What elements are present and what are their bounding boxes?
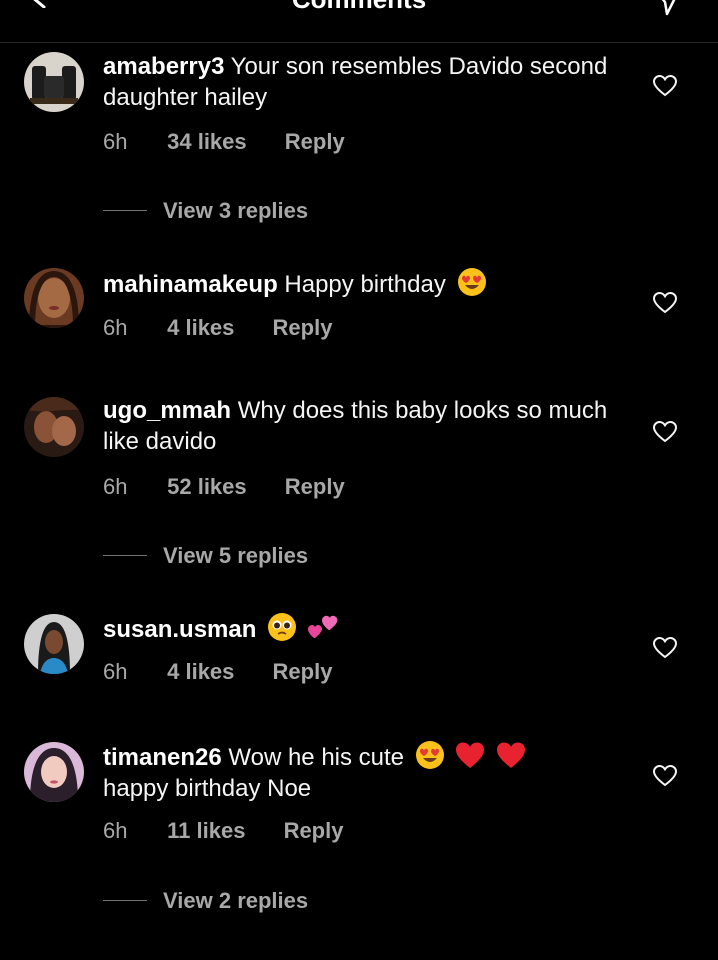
avatar[interactable] xyxy=(24,397,84,457)
view-replies-button[interactable]: View 2 replies xyxy=(103,888,308,914)
comment-meta: 6h 4 likes Reply xyxy=(103,315,332,341)
comment-text: timanen26 Wow he his cute happy birthday… xyxy=(103,740,643,804)
comment-meta: 6h 52 likes Reply xyxy=(103,474,345,500)
comment-time: 6h xyxy=(103,659,128,684)
likes-count[interactable]: 34 likes xyxy=(167,129,247,155)
heart-icon[interactable] xyxy=(653,765,677,787)
comment-meta: 6h 11 likes Reply xyxy=(103,818,343,844)
likes-count[interactable]: 4 likes xyxy=(167,315,234,341)
view-replies-label: View 5 replies xyxy=(163,543,309,568)
comment-meta: 6h 34 likes Reply xyxy=(103,129,345,155)
likes-count[interactable]: 4 likes xyxy=(167,659,234,685)
heart-icon[interactable] xyxy=(653,421,677,443)
heart-eyes-emoji xyxy=(415,741,444,769)
comment-username[interactable]: mahinamakeup xyxy=(103,271,278,298)
heart-icon[interactable] xyxy=(653,75,677,97)
reply-button[interactable]: Reply xyxy=(285,129,345,155)
comment-text: mahinamakeup Happy birthday xyxy=(103,267,643,300)
comment-time: 6h xyxy=(103,315,128,340)
two-hearts-emoji xyxy=(307,615,338,638)
pleading-face-emoji xyxy=(268,613,297,641)
avatar[interactable] xyxy=(24,268,84,328)
comment-text: ugo_mmah Why does this baby looks so muc… xyxy=(103,395,643,457)
comment-time: 6h xyxy=(103,818,128,843)
heart-eyes-emoji xyxy=(457,268,486,296)
avatar[interactable] xyxy=(24,742,84,802)
comment-body-continued: happy birthday Noe xyxy=(103,775,312,802)
reply-button[interactable]: Reply xyxy=(273,315,333,341)
comment-username[interactable]: ugo_mmah xyxy=(103,397,231,424)
avatar[interactable] xyxy=(24,52,84,112)
comment-time: 6h xyxy=(103,129,128,154)
comment-text: susan.usman xyxy=(103,612,643,645)
avatar[interactable] xyxy=(24,614,84,674)
likes-count[interactable]: 11 likes xyxy=(167,818,245,844)
heart-icon[interactable] xyxy=(653,292,677,314)
comment-username[interactable]: amaberry3 xyxy=(103,53,224,80)
reply-button[interactable]: Reply xyxy=(284,818,344,844)
comment-body: Wow he his cute xyxy=(228,744,405,771)
replies-divider-line xyxy=(103,210,147,211)
reply-button[interactable]: Reply xyxy=(285,474,345,500)
comments-header: Comments xyxy=(0,0,718,43)
comment-body: Happy birthday xyxy=(284,271,446,298)
heart-icon[interactable] xyxy=(653,637,677,659)
comment-username[interactable]: timanen26 xyxy=(103,744,222,771)
likes-count[interactable]: 52 likes xyxy=(167,474,247,500)
view-replies-label: View 2 replies xyxy=(163,888,309,913)
replies-divider-line xyxy=(103,900,147,901)
comment-username[interactable]: susan.usman xyxy=(103,616,256,643)
view-replies-label: View 3 replies xyxy=(163,198,309,223)
view-replies-button[interactable]: View 3 replies xyxy=(103,198,308,224)
view-replies-button[interactable]: View 5 replies xyxy=(103,543,308,569)
comment-time: 6h xyxy=(103,474,128,499)
comment-text: amaberry3 Your son resembles Davido seco… xyxy=(103,51,643,113)
red-heart-emoji xyxy=(456,742,485,768)
red-heart-emoji xyxy=(497,742,526,768)
paper-plane-icon[interactable] xyxy=(652,0,682,16)
page-title: Comments xyxy=(0,0,718,15)
comment-meta: 6h 4 likes Reply xyxy=(103,659,332,685)
replies-divider-line xyxy=(103,555,147,556)
reply-button[interactable]: Reply xyxy=(273,659,333,685)
